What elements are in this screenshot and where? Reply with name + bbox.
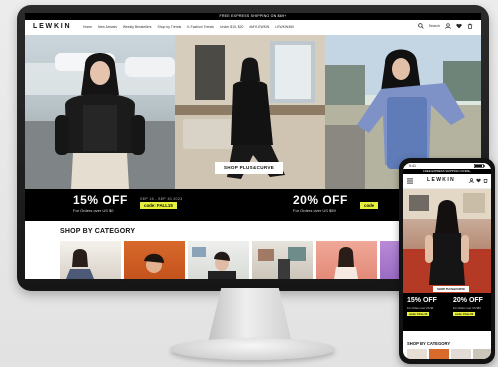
promo-left-code: code: FALL15 [140,202,177,209]
phone-category-tile-1[interactable] [407,349,427,359]
phone-category-tile-2[interactable] [429,349,449,359]
nav-lewkin360[interactable]: LEWKIN360 [275,25,294,29]
user-icon[interactable] [445,23,451,29]
phone-shop-by-category-title: SHOP BY CATEGORY [407,341,451,346]
promo-right-percent: 20% OFF [293,193,348,207]
search-label[interactable]: Search [429,24,440,28]
promo-date-note: SEP 15 - SEP 30 2023 [140,197,183,201]
phone-promo-right-subtext: For Orders over US $59 [453,307,481,310]
promo-right-subtext: For Orders over US $59 [293,208,336,213]
nav-links: Home New Arrivals Weekly Bestsellers Sho… [83,25,294,29]
search-icon[interactable] [417,23,424,29]
nav-icons: Search [417,23,473,29]
category-row [60,241,441,279]
shop-by-category-title: SHOP BY CATEGORY [60,228,136,235]
phone-promo-right-percent: 20% OFF [453,297,483,304]
phone-time: 9:41 [409,164,416,168]
shop-plus-curve-button[interactable]: SHOP PLUS&CURVE [215,162,283,174]
nav-mylewkin[interactable]: #MYLEWKIN [249,25,269,29]
promo-left-percent: 15% OFF [73,193,128,207]
phone-shop-plus-curve-button[interactable]: SHOP PLUS&CURVE [433,286,469,292]
category-tile-5[interactable] [316,241,377,279]
monitor-base [170,338,335,360]
heart-icon[interactable] [456,23,462,29]
phone-promo-left-subtext: For Orders over US $0 [407,307,434,310]
cart-icon[interactable] [467,23,473,29]
nav-home[interactable]: Home [83,25,92,29]
mobile-screen: 9:41 FREE EXPRESS SHIPPING ON $69+ LEWKI… [403,163,491,359]
phone-heart-icon[interactable] [476,178,481,183]
phone-user-icon[interactable] [469,178,474,183]
phone-cart-icon[interactable] [483,178,488,183]
category-tile-2[interactable] [124,241,185,279]
announcement-bar: FREE EXPRESS SHIPPING ON $69+ [25,13,481,20]
phone-promo-left-percent: 15% OFF [407,297,437,304]
phone-navbar: LEWKIN [403,174,491,189]
menu-icon[interactable] [407,178,413,184]
phone-category-row [407,349,491,359]
phone-promo-left-code: code: FALL15 [407,312,430,316]
monitor-stand [208,288,292,340]
main-navbar: LEWKIN Home New Arrivals Weekly Bestsell… [25,20,481,36]
phone-category-tile-3[interactable] [451,349,471,359]
nav-k-fashion[interactable]: K-Fashion Trends [187,25,214,29]
phone-hero-image[interactable]: SHOP PLUS&CURVE [403,189,491,293]
promo-right-code: code [360,202,379,209]
phone-site-logo[interactable]: LEWKIN [427,177,455,183]
phone-promo-banner[interactable]: 15% OFF For Orders over US $0 code: FALL… [403,293,491,331]
category-tile-4[interactable] [252,241,313,279]
category-tile-3[interactable] [188,241,249,279]
category-tile-1[interactable] [60,241,121,279]
nav-shop-by-trends[interactable]: Shop by Trends [157,25,181,29]
hero-image-1 [25,35,175,189]
nav-under-price[interactable]: Under $15, $20 [220,25,243,29]
promo-left-subtext: For Orders over US $0 [73,208,114,213]
battery-icon [474,164,485,168]
phone-promo-right-code: code: FALL20 [453,312,476,316]
mobile-phone: 9:41 FREE EXPRESS SHIPPING ON $69+ LEWKI… [399,158,495,364]
nav-weekly-bestsellers[interactable]: Weekly Bestsellers [123,25,152,29]
phone-category-tile-4[interactable] [473,349,491,359]
nav-new-arrivals[interactable]: New Arrivals [98,25,117,29]
site-logo[interactable]: LEWKIN [33,23,71,30]
